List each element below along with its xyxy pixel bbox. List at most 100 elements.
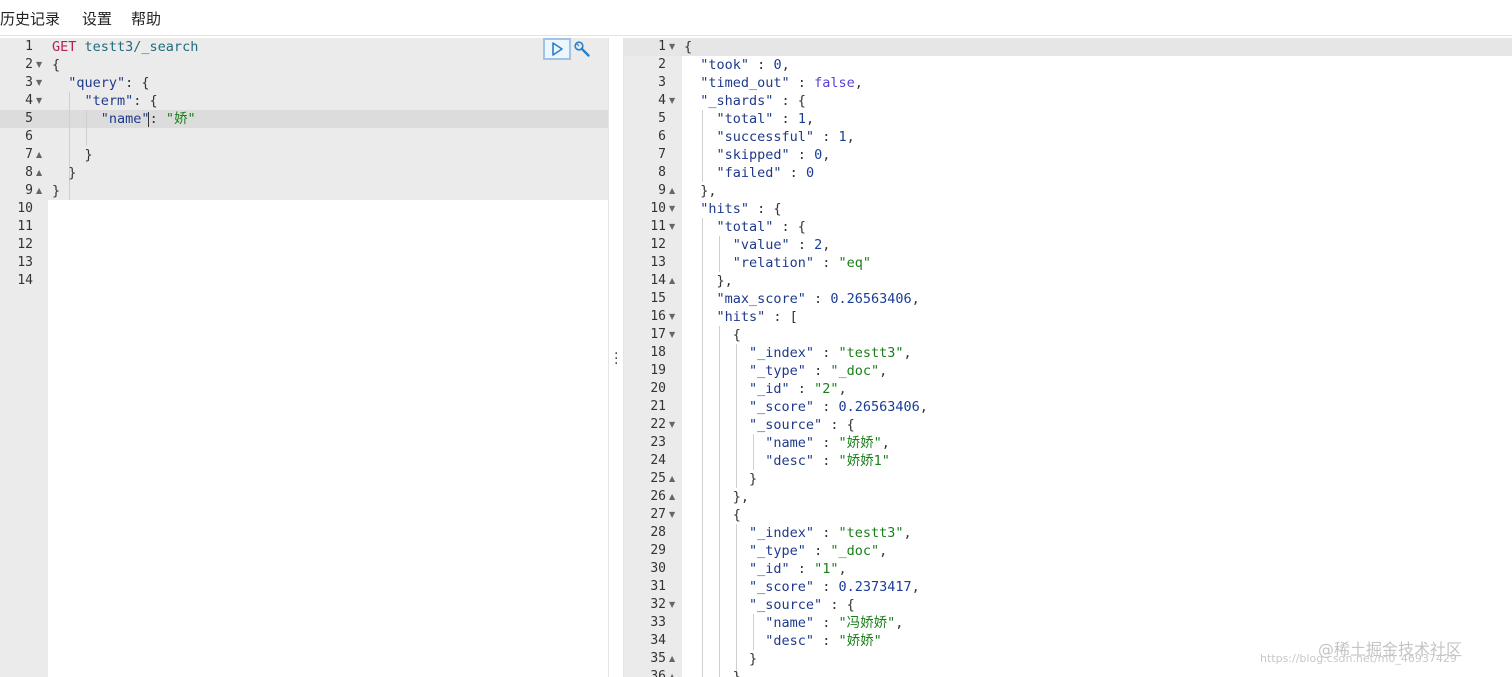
fold-collapse-icon[interactable]: ▼ [669,92,675,110]
fold-expand-icon[interactable]: ▲ [36,182,42,200]
code-line: } [684,470,757,488]
code-token: "testt3" [838,345,904,361]
menu-history[interactable]: 历史记录 [0,8,60,29]
code-token: "name" [765,615,815,631]
code-line: } [52,146,93,164]
code-token: : [789,561,815,577]
fold-expand-icon[interactable]: ▲ [669,668,675,677]
fold-collapse-icon[interactable]: ▼ [669,326,675,344]
code-token: : [814,129,839,145]
fold-collapse-icon[interactable]: ▼ [36,74,42,92]
vertical-dots-icon: · · · [614,346,619,372]
code-token: 1 [838,129,847,145]
code-line: "desc" : "娇娇1" [684,452,890,470]
pane-resizer[interactable]: · · · [608,38,624,677]
request-editor[interactable]: 1 GET testt3/_search 2 ▼{3 ▼ "query": {4 ▼ "t… [0,38,608,677]
line-number: 32 [650,597,666,612]
code-token: , [781,57,790,73]
code-line: "_score" : 0.26563406, [684,398,928,416]
code-token: 0 [814,147,823,163]
code-token: "hits" [716,309,766,325]
code-line: "timed_out" : false, [684,74,863,92]
fold-collapse-icon[interactable]: ▼ [669,38,675,56]
line-number: 14 [650,273,666,288]
code-line: "name": "娇" [52,110,196,128]
code-line: "term": { [52,92,158,110]
code-token: 1 [797,111,806,127]
code-token: "_id" [749,381,790,397]
fold-expand-icon[interactable]: ▲ [669,650,675,668]
code-token: : { [773,219,806,235]
response-viewer[interactable]: 1 ▼{2 "took" : 0, 3 "timed_out" : false, 4 ▼… [624,38,1512,677]
fold-collapse-icon[interactable]: ▼ [669,218,675,236]
code-token: "term" [84,93,134,109]
fold-collapse-icon[interactable]: ▼ [36,56,42,74]
code-token: "timed_out" [700,75,790,91]
code-line: "successful" : 1, [684,128,855,146]
fold-collapse-icon[interactable]: ▼ [669,308,675,326]
line-number: 6 [25,129,33,144]
code-token: : [149,111,166,127]
code-token: "娇娇" [838,435,882,451]
code-token: false [814,75,855,91]
code-token: "_type" [749,363,806,379]
fold-collapse-icon[interactable]: ▼ [669,596,675,614]
fold-collapse-icon[interactable]: ▼ [36,92,42,110]
play-icon [552,42,563,56]
code-token: "value" [732,237,790,253]
fold-expand-icon[interactable]: ▲ [669,272,675,290]
code-token: , [854,75,863,91]
code-token: "_shards" [700,93,774,109]
code-token: : [789,147,815,163]
code-token: , [805,111,815,127]
fold-collapse-icon[interactable]: ▼ [669,506,675,524]
code-token: } [684,669,741,677]
code-token: "desc" [765,633,815,649]
fold-expand-icon[interactable]: ▲ [669,488,675,506]
code-line: }, [684,182,716,200]
menu-help[interactable]: 帮助 [131,8,161,29]
code-line: { [52,56,60,74]
code-token: , [822,237,831,253]
code-token: }, [684,489,750,505]
code-line: } [52,164,76,182]
line-number: 19 [650,363,666,378]
fold-collapse-icon[interactable]: ▼ [669,416,675,434]
code-token: : [773,111,798,127]
code-line: "skipped" : 0, [684,146,831,164]
line-number: 8 [25,165,33,180]
code-line: { [684,38,692,56]
fold-expand-icon[interactable]: ▲ [669,470,675,488]
fold-expand-icon[interactable]: ▲ [36,164,42,182]
code-token: { [684,327,741,343]
code-token: , [911,579,920,595]
fold-expand-icon[interactable]: ▲ [669,182,675,200]
settings-wrench-button[interactable] [573,40,591,58]
line-number: 3 [658,75,666,90]
line-number: 1 [658,39,666,54]
line-number: 25 [650,471,666,486]
line-number: 1 [25,39,33,54]
code-line: "_id" : "2", [684,380,847,398]
code-line: }, [684,272,733,290]
fold-expand-icon[interactable]: ▲ [36,146,42,164]
code-token: : { [822,597,855,613]
code-line: "relation" : "eq" [684,254,871,272]
code-token: "_index" [749,525,815,541]
code-token: : [805,363,831,379]
run-button[interactable] [543,38,571,60]
menu-settings[interactable]: 设置 [82,8,112,29]
code-token: "_score" [749,399,815,415]
code-token: , [846,129,855,145]
fold-collapse-icon[interactable]: ▼ [669,200,675,218]
